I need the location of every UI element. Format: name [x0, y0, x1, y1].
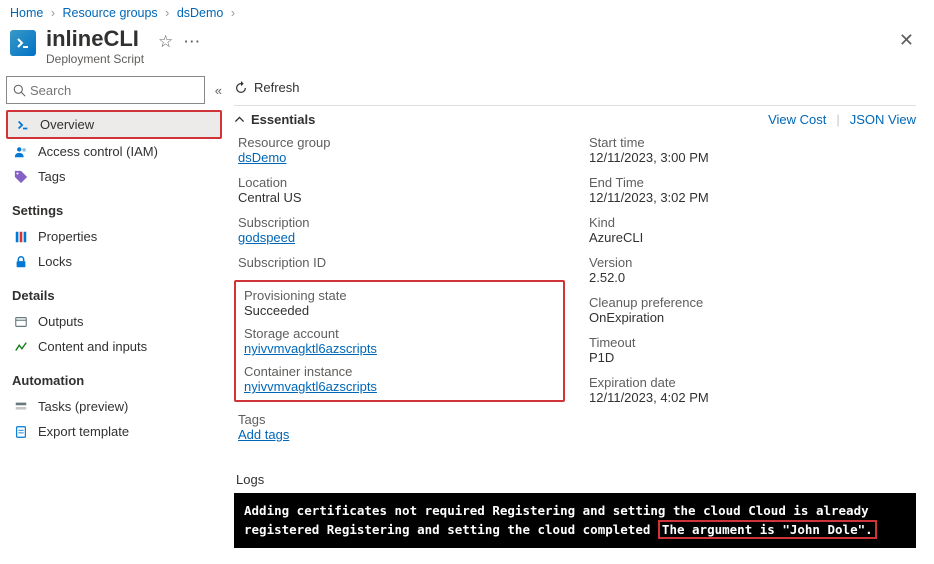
- close-icon[interactable]: ✕: [899, 30, 914, 51]
- field-value-end-time: 12/11/2023, 3:02 PM: [589, 190, 916, 205]
- outputs-icon: [14, 315, 30, 329]
- sidebar-item-export-template[interactable]: Export template: [6, 419, 222, 444]
- lock-icon: [14, 255, 30, 269]
- overview-icon: [16, 118, 32, 132]
- sidebar-item-outputs[interactable]: Outputs: [6, 309, 222, 334]
- sidebar-item-overview[interactable]: Overview: [6, 110, 222, 139]
- field-value-rg[interactable]: dsDemo: [238, 150, 286, 165]
- field-label-subscription: Subscription: [238, 215, 565, 230]
- field-label-rg: Resource group: [238, 135, 565, 150]
- sidebar-item-label: Tasks (preview): [38, 399, 128, 414]
- crumb-home[interactable]: Home: [10, 6, 43, 20]
- sidebar-item-tasks[interactable]: Tasks (preview): [6, 394, 222, 419]
- chevron-right-icon: ›: [231, 6, 235, 20]
- people-icon: [14, 145, 30, 159]
- field-label-timeout: Timeout: [589, 335, 916, 350]
- field-value-timeout: P1D: [589, 350, 916, 365]
- sidebar-item-locks[interactable]: Locks: [6, 249, 222, 274]
- crumb-resource-groups[interactable]: Resource groups: [62, 6, 157, 20]
- field-value-start-time: 12/11/2023, 3:00 PM: [589, 150, 916, 165]
- sidebar-item-label: Export template: [38, 424, 129, 439]
- more-actions-icon[interactable]: ⋯: [183, 32, 200, 52]
- essentials-label: Essentials: [251, 112, 315, 127]
- crumb-dsdemo[interactable]: dsDemo: [177, 6, 224, 20]
- view-cost-link[interactable]: View Cost: [768, 112, 826, 127]
- chevron-up-icon: [234, 114, 245, 125]
- field-label-container-instance: Container instance: [244, 364, 559, 379]
- field-label-subscription-id: Subscription ID: [238, 255, 565, 270]
- content-icon: [14, 340, 30, 354]
- field-value-container-instance[interactable]: nyivvmvagktl6azscripts: [244, 379, 377, 394]
- logs-label: Logs: [236, 472, 916, 487]
- json-view-link[interactable]: JSON View: [850, 112, 916, 127]
- field-label-provisioning-state: Provisioning state: [244, 288, 559, 303]
- refresh-button[interactable]: Refresh: [234, 80, 300, 95]
- tasks-icon: [14, 400, 30, 414]
- field-label-version: Version: [589, 255, 916, 270]
- field-label-storage-account: Storage account: [244, 326, 559, 341]
- main-pane: Refresh Essentials View Cost | JSON View…: [228, 74, 934, 558]
- refresh-label: Refresh: [254, 80, 300, 95]
- field-label-location: Location: [238, 175, 565, 190]
- tag-icon: [14, 170, 30, 184]
- refresh-icon: [234, 81, 248, 95]
- sidebar-item-label: Access control (IAM): [38, 144, 158, 159]
- field-value-expiration: 12/11/2023, 4:02 PM: [589, 390, 916, 405]
- breadcrumb: Home › Resource groups › dsDemo ›: [0, 0, 934, 22]
- sidebar-item-label: Properties: [38, 229, 97, 244]
- sidebar-item-label: Locks: [38, 254, 72, 269]
- add-tags-link[interactable]: Add tags: [238, 427, 289, 442]
- sidebar-item-content-inputs[interactable]: Content and inputs: [6, 334, 222, 359]
- sidebar-item-label: Overview: [40, 117, 94, 132]
- field-value-storage-account[interactable]: nyivvmvagktl6azscripts: [244, 341, 377, 356]
- properties-icon: [14, 230, 30, 244]
- field-label-expiration: Expiration date: [589, 375, 916, 390]
- field-label-start-time: Start time: [589, 135, 916, 150]
- chevron-right-icon: ›: [165, 6, 169, 20]
- chevron-right-icon: ›: [51, 6, 55, 20]
- sidebar-item-tags[interactable]: Tags: [6, 164, 222, 189]
- sidebar-item-label: Content and inputs: [38, 339, 147, 354]
- field-value-provisioning-state: Succeeded: [244, 303, 559, 318]
- highlighted-section: Provisioning state Succeeded Storage acc…: [234, 280, 565, 402]
- nav-group-settings: Settings: [12, 203, 216, 218]
- field-value-location: Central US: [238, 190, 565, 205]
- field-label-cleanup: Cleanup preference: [589, 295, 916, 310]
- page-title: inlineCLI: [46, 26, 144, 52]
- collapse-sidebar-icon[interactable]: «: [215, 83, 222, 98]
- field-label-kind: Kind: [589, 215, 916, 230]
- export-template-icon: [14, 425, 30, 439]
- page-subtitle: Deployment Script: [46, 52, 144, 66]
- field-label-end-time: End Time: [589, 175, 916, 190]
- search-input[interactable]: [30, 83, 198, 98]
- sidebar-item-properties[interactable]: Properties: [6, 224, 222, 249]
- search-icon: [13, 84, 26, 97]
- sidebar-item-label: Outputs: [38, 314, 84, 329]
- field-value-version: 2.52.0: [589, 270, 916, 285]
- deployment-script-icon: [10, 30, 36, 56]
- sidebar-item-iam[interactable]: Access control (IAM): [6, 139, 222, 164]
- essentials-toggle[interactable]: Essentials: [234, 112, 315, 127]
- nav-group-automation: Automation: [12, 373, 216, 388]
- sidebar: « Overview Access control (IAM) Tags Set…: [0, 74, 228, 558]
- field-value-kind: AzureCLI: [589, 230, 916, 245]
- separator: |: [836, 112, 839, 127]
- sidebar-item-label: Tags: [38, 169, 65, 184]
- nav-group-details: Details: [12, 288, 216, 303]
- field-value-cleanup: OnExpiration: [589, 310, 916, 325]
- field-label-tags: Tags: [238, 412, 565, 427]
- field-value-subscription[interactable]: godspeed: [238, 230, 295, 245]
- favorite-star-icon[interactable]: ☆: [158, 32, 173, 52]
- search-box[interactable]: [6, 76, 205, 104]
- logs-output: Adding certificates not required Registe…: [234, 493, 916, 548]
- logs-highlighted-text: The argument is "John Dole".: [658, 520, 877, 539]
